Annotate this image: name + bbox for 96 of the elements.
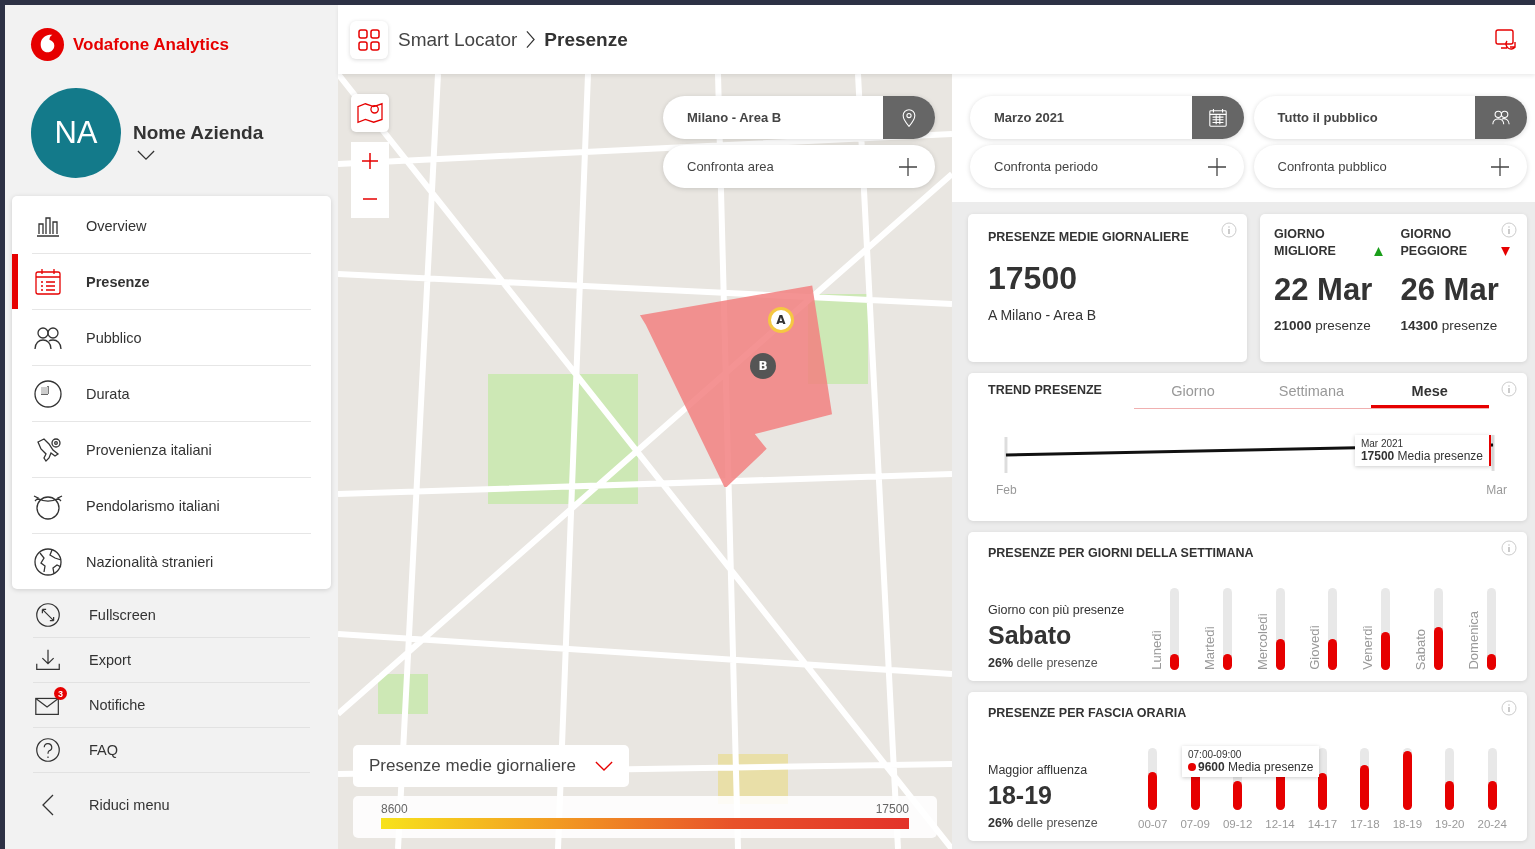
day-value: 22 Mar [1274, 272, 1374, 308]
breadcrumb-link[interactable]: Smart Locator [398, 28, 518, 51]
share-text: 26% delle presenze [988, 656, 1099, 670]
compare-audience-button[interactable]: Confronta pubblico [1253, 145, 1527, 188]
nav-item[interactable]: Pubblico [32, 310, 311, 366]
chevron-down-icon[interactable] [137, 149, 155, 161]
day-label: Venerdì [1360, 625, 1376, 670]
card-caption: Giorno con più presenze [988, 603, 1126, 617]
card-caption: Maggior affluenza [988, 763, 1089, 777]
chevron-down-icon [595, 760, 613, 772]
nav-item[interactable]: Nazionalità stranieri [32, 534, 311, 589]
fullscreen-icon [33, 600, 63, 630]
company-name: Nome Azienda [133, 121, 264, 144]
day-label: Mercoledì [1254, 612, 1270, 670]
plus-icon [898, 156, 918, 177]
kpi-value: 17500 [988, 260, 1078, 297]
tooltip-value: 17500 Media presenze [1360, 449, 1483, 463]
minus-icon [363, 197, 377, 201]
menu-item[interactable]: FAQ [33, 728, 310, 773]
info-icon[interactable] [1501, 381, 1517, 397]
top-hour-value: 18-19 [988, 781, 1053, 810]
tooltip-value: 9600 Media presenze [1188, 760, 1314, 774]
day-label: Giovedì [1307, 625, 1323, 670]
grid-icon [357, 27, 381, 52]
calendar-icon [1191, 96, 1244, 139]
page-title: Presenze [544, 28, 628, 51]
clock-icon [32, 377, 64, 410]
notification-badge: 3 [54, 687, 67, 700]
day-value: 26 Mar [1400, 272, 1500, 308]
people-icon [1475, 96, 1527, 139]
axis-label: Feb [996, 483, 1017, 497]
day-count: 21000 presenze [1274, 318, 1372, 333]
card-title: GIORNO MIGLIORE [1274, 226, 1337, 260]
up-triangle-icon [1373, 246, 1384, 257]
map-layers-button[interactable] [351, 94, 389, 132]
hour-label: 14-17 [1307, 818, 1338, 830]
day-count: 14300 presenze [1400, 318, 1499, 333]
menu-item[interactable]: Export [33, 638, 310, 683]
avatar: NA [31, 88, 121, 178]
day-label: Martedì [1202, 625, 1218, 670]
info-icon[interactable] [1501, 540, 1517, 556]
audience-select[interactable]: Tutto il pubblico [1253, 96, 1527, 139]
hour-label: 12-14 [1265, 818, 1295, 830]
day-label: Sabato [1412, 628, 1428, 670]
compare-area-button[interactable]: Confronta area [663, 145, 935, 188]
menu-item[interactable]: Fullscreen [33, 593, 310, 638]
day-label: Domenica [1465, 611, 1481, 670]
card-title: PRESENZE PER GIORNI DELLA SETTIMANA [988, 546, 1255, 560]
speech-mark-logo-icon [30, 27, 65, 62]
hour-label: 18-19 [1392, 818, 1423, 830]
hour-label: 17-18 [1350, 818, 1380, 830]
top-day-value: Sabato [988, 621, 1073, 650]
axis-label: Mar [1486, 483, 1507, 497]
info-icon[interactable] [1501, 222, 1517, 238]
tooltip-title: 07:00-09:00 [1188, 749, 1243, 760]
tooltip-title: Mar 2021 [1360, 438, 1405, 449]
help-icon [33, 735, 63, 765]
metric-select[interactable]: Presenze medie giornaliere [353, 745, 629, 787]
nav-item[interactable]: Durata [32, 366, 311, 422]
compare-period-button[interactable]: Confronta periodo [970, 145, 1244, 188]
chevron-right-icon [526, 30, 536, 49]
screen-refresh-icon[interactable] [1493, 26, 1519, 53]
hour-label: 09-12 [1222, 818, 1253, 830]
info-icon[interactable] [1221, 222, 1237, 238]
period-tab[interactable]: Mese [1370, 383, 1489, 408]
nav-item[interactable]: Pendolarismo italiani [32, 478, 311, 534]
plus-icon [360, 151, 380, 171]
legend-min: 8600 [381, 802, 408, 816]
map-placeholder[interactable]: Milano - Area B Confronta area A B Presenze medie giornaliere 8600 17500 [338, 74, 952, 849]
area-select[interactable]: Milano - Area B [663, 96, 935, 139]
plus-icon [1490, 156, 1510, 177]
card-title: GIORNO PEGGIORE [1400, 226, 1469, 260]
hour-label: 20-24 [1477, 818, 1507, 830]
menu-item[interactable]: Riduci menu [33, 773, 310, 837]
period-select[interactable]: Marzo 2021 [970, 96, 1244, 139]
kpi-caption: A Milano - Area B [988, 307, 1098, 323]
menu-item[interactable]: 3 Notifiche [33, 683, 310, 728]
card-title: PRESENZE MEDIE GIORNALIERE [988, 230, 1190, 244]
down-triangle-icon [1499, 246, 1511, 257]
hour-label: 00-07 [1138, 818, 1168, 830]
card-title: TREND PRESENZE [988, 383, 1102, 397]
brand-name: Vodafone Analytics [73, 34, 229, 55]
location-pin-icon [883, 96, 935, 139]
nav-item[interactable]: Overview [32, 198, 311, 254]
chevron-left-icon [42, 794, 54, 816]
hour-label: 19-20 [1435, 818, 1465, 830]
legend-max: 17500 [875, 802, 909, 816]
hour-label: 07-09 [1180, 818, 1210, 830]
apps-grid-button[interactable] [350, 20, 388, 59]
plus-icon [1206, 156, 1227, 177]
info-icon[interactable] [1501, 700, 1517, 716]
day-label: Lunedì [1149, 630, 1165, 670]
card-title: PRESENZE PER FASCIA ORARIA [988, 706, 1188, 720]
nav-item[interactable]: Provenienza italiani [32, 422, 311, 478]
globe-icon [32, 545, 64, 578]
share-text: 26% delle presenze [988, 816, 1099, 830]
